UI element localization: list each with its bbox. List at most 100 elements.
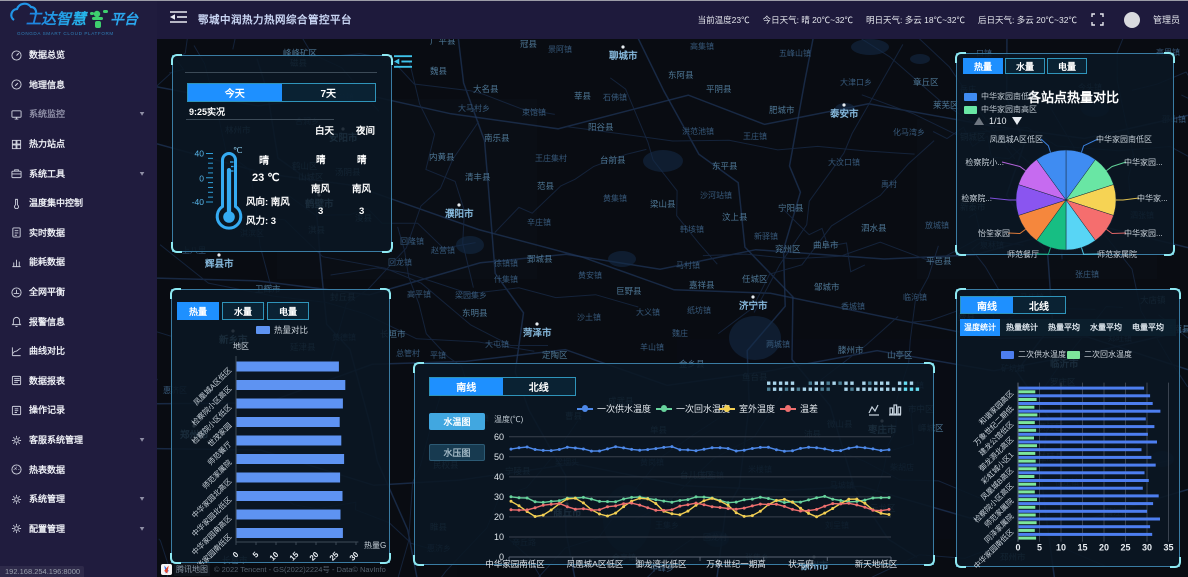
svg-text:鄄城县: 鄄城县 [527, 254, 553, 264]
svg-text:兖州区: 兖州区 [775, 244, 801, 254]
svg-text:0: 0 [199, 174, 204, 184]
svg-text:中华家园...: 中华家园... [1124, 228, 1163, 238]
svg-text:泗水县: 泗水县 [861, 223, 887, 233]
svg-text:束馆镇: 束馆镇 [522, 107, 546, 117]
svg-text:内黄县: 内黄县 [429, 152, 455, 162]
svg-text:大汶口镇: 大汶口镇 [828, 157, 860, 167]
svg-text:两城镇: 两城镇 [766, 339, 790, 349]
svg-text:检察院小...: 检察院小... [965, 157, 1004, 167]
svg-text:大津口乡: 大津口乡 [840, 77, 872, 87]
svg-text:10: 10 [268, 550, 281, 563]
svg-text:辛庄镇: 辛庄镇 [527, 217, 551, 227]
svg-text:山亭区: 山亭区 [887, 350, 913, 360]
svg-text:凤凰城A区低区: 凤凰城A区低区 [990, 134, 1043, 144]
svg-text:濮阳市: 濮阳市 [444, 208, 474, 220]
svg-text:中华家园南低区: 中华家园南低区 [1096, 134, 1152, 144]
svg-text:大马村乡: 大马村乡 [458, 103, 490, 113]
svg-text:香城镇: 香城镇 [841, 301, 865, 311]
svg-text:纸坊镇: 纸坊镇 [687, 305, 711, 315]
svg-text:梁山县: 梁山县 [650, 199, 676, 209]
svg-text:师范家属院: 师范家属院 [1097, 249, 1137, 259]
svg-text:35: 35 [1163, 543, 1173, 553]
svg-text:梁园集乡: 梁园集乡 [455, 290, 487, 300]
svg-text:高集镇: 高集镇 [690, 41, 714, 51]
svg-text:曲阜市: 曲阜市 [813, 240, 839, 250]
svg-text:定陶区: 定陶区 [542, 350, 568, 360]
svg-text:25: 25 [328, 550, 341, 563]
svg-text:韩垓镇: 韩垓镇 [680, 224, 704, 234]
svg-text:宁阳县: 宁阳县 [778, 203, 804, 213]
svg-text:东阿县: 东阿县 [668, 70, 694, 80]
svg-text:临泃镇: 临泃镇 [903, 292, 927, 302]
svg-text:任城区: 任城区 [742, 274, 768, 284]
svg-text:泰安市: 泰安市 [829, 108, 859, 120]
svg-text:新驿镇: 新驿镇 [754, 231, 778, 241]
svg-text:15: 15 [288, 550, 301, 563]
svg-text:平台: 平台 [110, 11, 139, 27]
svg-text:滕州市: 滕州市 [838, 345, 864, 355]
svg-text:台前县: 台前县 [600, 155, 626, 165]
svg-text:0: 0 [231, 550, 241, 560]
svg-text:黄集镇: 黄集镇 [603, 193, 627, 203]
svg-text:15: 15 [1077, 543, 1087, 553]
svg-text:放城镇: 放城镇 [925, 220, 949, 230]
svg-text:聊城市: 聊城市 [609, 50, 638, 62]
svg-text:大义镇: 大义镇 [636, 307, 660, 317]
svg-text:禹村: 禹村 [881, 179, 897, 189]
svg-text:沙河站镇: 沙河站镇 [700, 190, 732, 200]
svg-text:平邑县: 平邑县 [926, 256, 952, 266]
svg-text:张庄镇: 张庄镇 [1075, 269, 1099, 279]
svg-text:工达智慧: 工达智慧 [26, 11, 88, 28]
svg-text:魏县: 魏县 [430, 66, 448, 76]
svg-text:魏庄: 魏庄 [672, 328, 688, 338]
svg-text:回隆镇: 回隆镇 [400, 236, 424, 246]
svg-text:赵营镇: 赵营镇 [431, 245, 455, 255]
svg-text:邹城市: 邹城市 [814, 282, 840, 292]
svg-text:化马湾乡: 化马湾乡 [893, 127, 925, 137]
svg-text:0: 0 [1015, 543, 1020, 553]
svg-text:汶上县: 汶上县 [722, 212, 748, 222]
svg-text:什集镇: 什集镇 [494, 274, 518, 284]
svg-text:20: 20 [1099, 543, 1109, 553]
svg-text:广平县: 广平县 [430, 39, 456, 46]
svg-text:地区: 地区 [233, 341, 249, 351]
svg-text:王庄集村: 王庄集村 [535, 153, 567, 163]
svg-text:中华家园...: 中华家园... [1124, 157, 1163, 167]
svg-text:济宁市: 济宁市 [739, 300, 768, 312]
svg-text:℃: ℃ [233, 145, 243, 155]
svg-text:嘉祥县: 嘉祥县 [689, 280, 715, 290]
svg-text:景阿镇: 景阿镇 [548, 44, 572, 54]
svg-text:羊山镇: 羊山镇 [640, 342, 664, 352]
svg-text:徐镇镇: 徐镇镇 [494, 258, 518, 268]
svg-text:总管村: 总管村 [396, 348, 420, 358]
svg-text:菏泽市: 菏泽市 [523, 327, 552, 339]
svg-text:高平镇: 高平镇 [407, 289, 431, 299]
svg-text:莘县: 莘县 [574, 91, 592, 101]
svg-text:热量G: 热量G [364, 540, 386, 550]
svg-text:巨野县: 巨野县 [616, 286, 642, 296]
svg-text:肥城市: 肥城市 [769, 105, 795, 115]
svg-text:石佛镇: 石佛镇 [603, 92, 627, 102]
svg-text:清丰县: 清丰县 [465, 172, 491, 182]
svg-text:5: 5 [1037, 543, 1042, 553]
svg-text:怡筌家园: 怡筌家园 [978, 228, 1010, 238]
svg-text:王庄镇: 王庄镇 [743, 131, 767, 141]
svg-text:GONGDA SMART CLOUD PLATFORM: GONGDA SMART CLOUD PLATFORM [17, 31, 114, 36]
svg-text:洪范池镇: 洪范池镇 [682, 126, 714, 136]
svg-text:平阴县: 平阴县 [706, 84, 732, 94]
svg-text:25: 25 [1120, 543, 1130, 553]
svg-text:五峰山镇: 五峰山镇 [779, 48, 811, 58]
svg-text:回龙镇: 回龙镇 [388, 257, 412, 267]
svg-text:东明县: 东明县 [462, 308, 488, 318]
svg-text:40: 40 [195, 149, 205, 159]
svg-text:20: 20 [308, 550, 321, 563]
svg-text:检察院...: 检察院... [961, 193, 992, 203]
svg-text:黄安镇: 黄安镇 [578, 270, 602, 280]
svg-text:10: 10 [1056, 543, 1066, 553]
svg-text:师范餐厅: 师范餐厅 [1007, 249, 1039, 259]
svg-text:大名县: 大名县 [473, 84, 499, 94]
svg-text:冠县: 冠县 [520, 39, 538, 49]
svg-text:30: 30 [348, 550, 361, 563]
svg-text:阳谷县: 阳谷县 [588, 122, 614, 132]
svg-text:沙土镇: 沙土镇 [577, 312, 601, 322]
